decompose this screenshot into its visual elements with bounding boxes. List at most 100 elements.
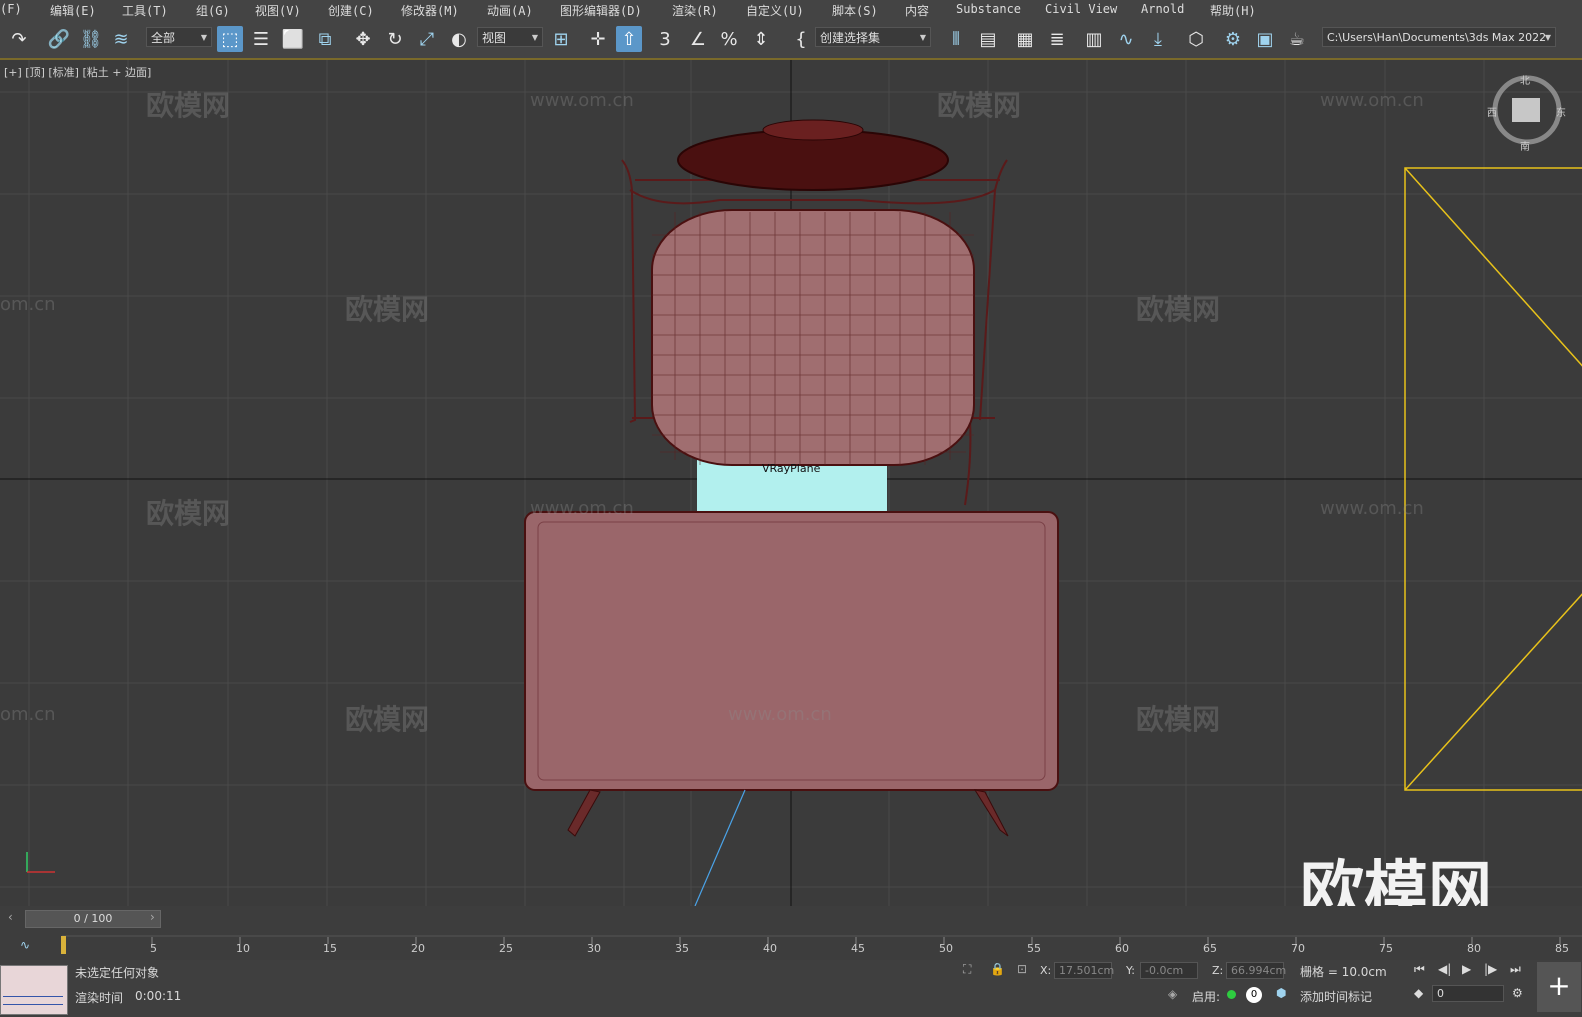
chevron-down-icon: ▼: [1544, 33, 1551, 42]
time-config-icon[interactable]: ⚙: [1512, 986, 1523, 1000]
axis-gizmo: [26, 852, 55, 873]
window-crossing-icon[interactable]: ⧉: [312, 26, 338, 52]
menu-animation[interactable]: 动画(A): [487, 2, 533, 19]
transform-mode-icon[interactable]: ⊡: [1017, 962, 1027, 976]
menu-modifiers[interactable]: 修改器(M): [401, 2, 459, 19]
select-manipulate-icon[interactable]: ✛: [585, 26, 611, 52]
reference-coordinate-dropdown[interactable]: 视图 ▼: [477, 27, 543, 47]
bind-space-warp-icon[interactable]: ≋: [108, 26, 134, 52]
place-icon[interactable]: ◐: [446, 26, 472, 52]
tick-label: 50: [939, 942, 953, 955]
tick-label: 85: [1555, 942, 1569, 955]
time-slider[interactable]: 0 / 100: [25, 910, 161, 928]
material-editor-icon[interactable]: ⬡: [1183, 26, 1209, 52]
menu-substance[interactable]: Substance: [956, 2, 1021, 16]
menu-graph-editors[interactable]: 图形编辑器(D): [560, 2, 642, 19]
select-object-icon[interactable]: ⬚: [217, 26, 243, 52]
edit-named-selection-icon[interactable]: {: [788, 26, 814, 52]
selection-filter-dropdown[interactable]: 全部 ▼: [146, 27, 212, 47]
tick-label: 40: [763, 942, 777, 955]
play-icon[interactable]: ▶: [1462, 962, 1471, 976]
menu-group[interactable]: 组(G): [196, 2, 230, 19]
lock-icon[interactable]: 🔒: [990, 962, 1005, 976]
selection-filter-value: 全部: [151, 31, 176, 45]
menu-tools[interactable]: 工具(T): [122, 2, 168, 19]
scene-explorer-icon[interactable]: ▦: [1012, 26, 1038, 52]
menu-rendering[interactable]: 渲染(R): [672, 2, 718, 19]
go-to-end-icon[interactable]: ⏭: [1510, 962, 1521, 977]
named-selection-dropdown[interactable]: 创建选择集 ▼: [815, 27, 931, 47]
watermark: 欧模网: [345, 293, 430, 326]
y-coordinate-field[interactable]: -0.0cm: [1140, 962, 1198, 979]
menu-arnold[interactable]: Arnold: [1141, 2, 1184, 16]
viewcube[interactable]: [1492, 75, 1562, 145]
watermark: 欧模网: [937, 89, 1022, 122]
adaptive-degradation-icon[interactable]: ◈: [1168, 987, 1177, 1001]
key-mode-icon[interactable]: ◆: [1414, 986, 1423, 1000]
tick-label: 20: [411, 942, 425, 955]
track-bar[interactable]: ∿ 5 10 15 20 25 30 35 40 45 50 55 60 65 …: [0, 934, 1582, 960]
percent-snap-icon[interactable]: %: [716, 26, 742, 52]
unlink-icon[interactable]: ⛓: [78, 26, 104, 52]
vrayplane-label: VRayPlane: [762, 462, 821, 475]
keyboard-shortcut-override-icon[interactable]: ⇧: [616, 26, 642, 52]
move-icon[interactable]: ✥: [350, 26, 376, 52]
chevron-left-icon[interactable]: ‹: [8, 910, 13, 924]
time-tag-icon[interactable]: ⬢: [1276, 986, 1286, 1000]
menu-edit[interactable]: 编辑(E): [50, 2, 96, 19]
viewcube-west: 西: [1487, 108, 1497, 119]
layer-explorer-icon[interactable]: ≣: [1044, 26, 1070, 52]
curve-editor-icon[interactable]: ∿: [1113, 26, 1139, 52]
previous-frame-icon[interactable]: ◀|: [1438, 962, 1451, 976]
menu-file[interactable]: (F): [0, 2, 22, 16]
viewport-label[interactable]: [+] [顶] [标准] [粘土 + 边面]: [4, 64, 151, 80]
go-to-start-icon[interactable]: ⏮: [1414, 962, 1425, 977]
add-button[interactable]: +: [1537, 962, 1581, 1012]
rectangular-selection-icon[interactable]: ⬜: [280, 26, 306, 52]
current-frame-field[interactable]: 0: [1432, 985, 1504, 1002]
scale-icon[interactable]: ⤢: [414, 26, 440, 52]
chevron-right-icon[interactable]: ›: [150, 910, 155, 924]
menu-content[interactable]: 内容: [905, 2, 929, 19]
watermark-url: www.om.cn: [530, 90, 634, 111]
project-path: C:\Users\Han\Documents\3ds Max 2022: [1327, 31, 1547, 44]
watermark: 欧模网: [146, 89, 231, 122]
menu-civil-view[interactable]: Civil View: [1045, 2, 1117, 16]
watermark-url: www.om.cn: [1320, 90, 1424, 111]
schematic-view-icon[interactable]: ⤓: [1145, 26, 1171, 52]
rendered-frame-window-icon[interactable]: ▣: [1252, 26, 1278, 52]
next-frame-icon[interactable]: |▶: [1484, 962, 1497, 976]
align-icon[interactable]: ▤: [975, 26, 1001, 52]
project-path-dropdown[interactable]: C:\Users\Han\Documents\3ds Max 2022 ▼: [1322, 27, 1556, 47]
snaps-toggle-icon[interactable]: 3: [652, 26, 678, 52]
menu-scripting[interactable]: 脚本(S): [832, 2, 878, 19]
menu-help[interactable]: 帮助(H): [1210, 2, 1256, 19]
menu-create[interactable]: 创建(C): [328, 2, 374, 19]
watermark-url: om.cn: [0, 704, 56, 725]
key-count-badge: 0: [1246, 987, 1262, 1003]
toggle-ribbon-icon[interactable]: ▥: [1081, 26, 1107, 52]
angle-snap-icon[interactable]: ∠: [685, 26, 711, 52]
mirror-icon[interactable]: ⫴: [943, 26, 969, 52]
pivot-center-icon[interactable]: ⊞: [548, 26, 574, 52]
grid-size: 栅格 = 10.0cm: [1300, 965, 1387, 979]
z-coordinate-field[interactable]: 66.994cm: [1226, 962, 1286, 979]
render-setup-icon[interactable]: ⚙: [1220, 26, 1246, 52]
z-label: Z:: [1212, 964, 1224, 977]
menu-views[interactable]: 视图(V): [255, 2, 301, 19]
select-by-name-icon[interactable]: ☰: [248, 26, 274, 52]
rotate-icon[interactable]: ↻: [382, 26, 408, 52]
x-coordinate-field[interactable]: 17.501cm: [1054, 962, 1114, 979]
menu-customize[interactable]: 自定义(U): [746, 2, 804, 19]
spinner-snap-icon[interactable]: ⇕: [748, 26, 774, 52]
add-time-tag-button[interactable]: 添加时间标记: [1300, 988, 1372, 1005]
redo-icon[interactable]: ↷: [6, 26, 32, 52]
viewcube-east: 东: [1556, 108, 1566, 119]
isolate-icon[interactable]: ⛶: [963, 962, 971, 977]
render-production-icon[interactable]: ☕: [1284, 26, 1310, 52]
link-icon[interactable]: 🔗: [46, 26, 72, 52]
watermark: 欧模网: [1136, 703, 1221, 736]
maxscript-listener-mini[interactable]: [0, 965, 68, 1015]
top-viewport[interactable]: [+] [顶] [标准] [粘土 + 边面] VRayPlane 北 南 西 东…: [0, 60, 1582, 906]
viewport-canvas[interactable]: [0, 60, 1582, 906]
